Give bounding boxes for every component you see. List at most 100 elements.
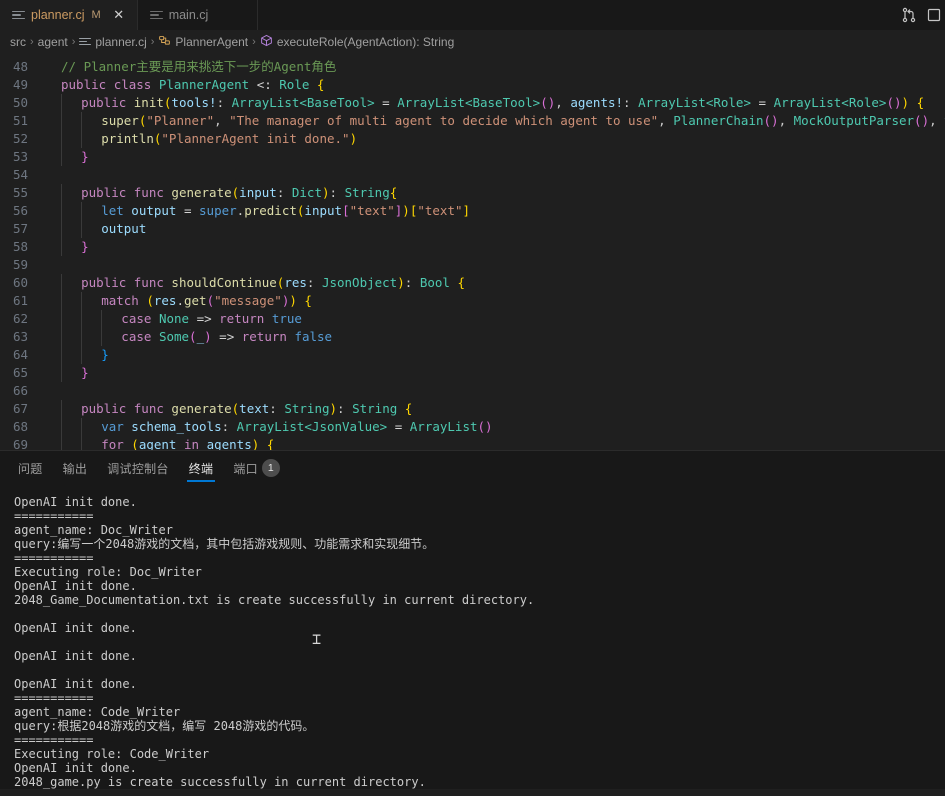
line-number: 49 [12,77,28,92]
code-token: ( [146,293,154,308]
terminal-line: Executing role: Code_Writer [14,747,210,761]
code-token: public [81,185,134,200]
more-actions-icon[interactable] [927,7,941,23]
code-token: var [101,419,132,434]
code-line: 69 for (agent in agents) { [0,436,945,450]
code-token: tools! [171,95,217,110]
code-token: } [81,149,89,164]
dirty-indicator: M [91,9,101,21]
code-token: super [101,113,139,128]
terminal-line: 2048_game.py is create successfully in c… [14,775,426,789]
code-token: func [133,401,172,416]
breadcrumb-separator: › [252,35,256,48]
code-token: Dict [291,185,322,200]
breadcrumb-label: src [10,34,26,49]
breadcrumb-item-agent[interactable]: agent [38,35,68,49]
code-token: , [555,95,571,110]
terminal-line: agent_name: Doc_Writer [14,523,173,537]
code-token: "message" [214,293,282,308]
code-token: return [219,311,272,326]
terminal-line: =========== [14,691,94,705]
code-token: Role [279,77,317,92]
panel-tab-1[interactable]: 输出 [53,451,98,486]
panel-tab-2[interactable]: 调试控制台 [97,451,179,486]
code-token: } [81,365,89,380]
code-token: case [121,329,159,344]
breadcrumb-item-src[interactable]: src [10,35,26,49]
code-token: public [81,275,134,290]
code-token: ] [462,203,471,218]
code-token: true [271,311,302,326]
terminal-line: OpenAI init done. [14,621,137,635]
line-number: 53 [12,149,28,164]
code-line-text: case Some(_) => return false [46,328,945,346]
panel-tab-4[interactable]: 端口 1 [223,451,290,486]
terminal-line: Executing role: Doc_Writer [14,565,202,579]
code-token: Bool [419,275,450,290]
line-number: 59 [12,257,28,272]
code-token: String [284,401,330,416]
code-token: false [294,329,333,344]
breadcrumb-item-planneragent[interactable]: PlannerAgent [158,34,248,50]
code-token: // Planner主要是用来挑选下一步的Agent角色 [61,59,337,74]
code-token: MockOutputParser [793,113,915,128]
panel-bottom-edge [0,789,945,796]
code-token: None [158,311,190,326]
code-token: ) [289,293,297,308]
code-token: "Planner" [146,113,215,128]
editor-tab-main-cj[interactable]: main.cj [137,0,258,30]
code-editor[interactable]: 48 // Planner主要是用来挑选下一步的Agent角色 49 public c… [0,53,945,450]
code-token: input [239,185,277,200]
code-line: 48 // Planner主要是用来挑选下一步的Agent角色 [0,58,945,76]
breadcrumb-label: executeRole(AgentAction): String [276,34,455,49]
code-line-text: match (res.get("message")) { [46,292,945,310]
terminal-output[interactable]: OpenAI init done. =========== agent_name: … [0,485,945,789]
panel-tab-0[interactable]: 问题 [8,451,53,486]
code-line-text: println("PlannerAgent init done.") [46,130,945,148]
code-token: init [133,95,164,110]
code-line-text: public func generate(input: Dict): Strin… [46,184,945,202]
line-number: 52 [12,131,28,146]
line-number: 68 [12,419,28,434]
code-token: String [344,185,390,200]
panel-tab-3[interactable]: 终端 [179,451,224,486]
terminal-line: OpenAI init done. [14,649,137,663]
code-line: 58} [0,238,945,256]
file-lines-icon [149,9,163,22]
breadcrumb-label: PlannerAgent [175,34,249,49]
code-line-text: } [46,346,945,364]
code-token: => [211,329,242,344]
panel-tab-label: 输出 [62,461,88,476]
file-lines-icon [79,36,92,48]
editor-tab-label: main.cj [168,8,209,22]
terminal-line: =========== [14,509,94,523]
line-number: 69 [12,437,28,450]
code-token: ArrayList<BaseTool> [231,95,375,110]
code-line-text: public class PlannerAgent <: Role { [46,76,945,94]
breadcrumb-separator: › [30,35,34,48]
close-icon[interactable]: ✕ [111,7,127,23]
breadcrumb-item-executerole[interactable]: executeRole(AgentAction): String [260,34,454,49]
code-token: super [199,203,237,218]
code-token: schema_tools [131,419,222,434]
text-cursor-icon: ⌶ [312,630,322,648]
split-editor-icon[interactable] [901,7,917,23]
editor-tab-planner-cj[interactable]: planner.cj M ✕ [0,0,138,30]
terminal-line: query:编写一个2048游戏的文档，其中包括游戏规则、功能需求和实现细节。 [14,537,435,551]
code-line-text: var schema_tools: ArrayList<JsonValue> =… [46,418,945,436]
code-token: output [131,203,177,218]
code-line: 51 super("Planner", "The manager of multi… [0,112,945,130]
panel-tab-bar: 问题 输出 调试控制台 终端 端口 1 [0,450,945,485]
code-line: 60 public func shouldContinue(res: JsonOb… [0,274,945,292]
line-number: 65 [12,365,28,380]
code-token: ) [329,401,338,416]
code-line-text: public func shouldContinue(res: JsonObje… [46,274,945,292]
breadcrumb-item-planner-cj[interactable]: planner.cj [79,35,147,49]
code-token: class [113,77,159,92]
code-token: JsonObject [321,275,398,290]
code-line: 53} [0,148,945,166]
code-token: { [909,95,925,110]
line-number: 66 [12,383,28,398]
